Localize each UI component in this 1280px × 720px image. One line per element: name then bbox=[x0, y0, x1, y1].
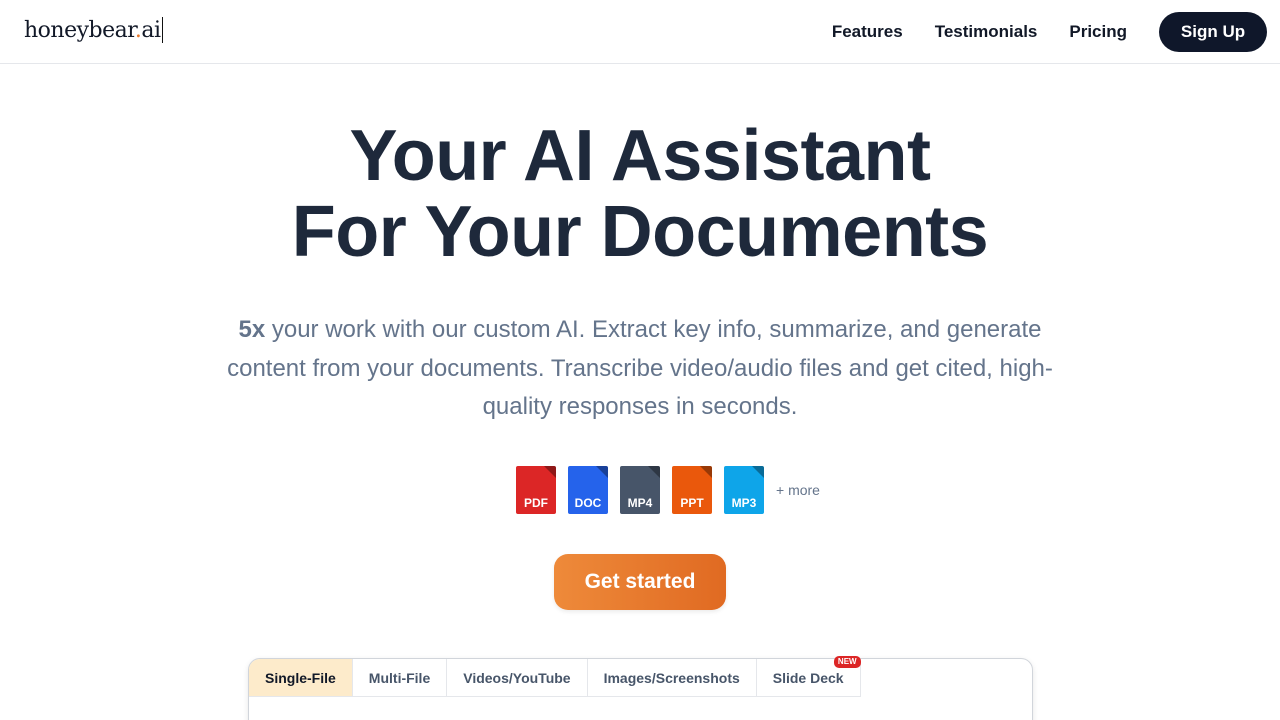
get-started-button[interactable]: Get started bbox=[554, 554, 726, 610]
subtitle-text: your work with our custom AI. Extract ke… bbox=[227, 316, 1053, 420]
demo-tabs: Single-File Multi-File Videos/YouTube Im… bbox=[249, 656, 861, 697]
hero-subtitle: 5x your work with our custom AI. Extract… bbox=[220, 311, 1060, 427]
pdf-file-icon: PDF bbox=[516, 466, 556, 514]
hero-title: Your AI Assistant For Your Documents bbox=[0, 118, 1280, 270]
tab-multi-file[interactable]: Multi-File bbox=[352, 659, 448, 697]
tab-single-file[interactable]: Single-File bbox=[249, 659, 353, 697]
nav-features-link[interactable]: Features bbox=[832, 12, 903, 52]
hero-title-line2: For Your Documents bbox=[291, 192, 989, 272]
logo[interactable]: honeybear.ai bbox=[24, 17, 163, 45]
ppt-file-icon: PPT bbox=[672, 466, 712, 514]
new-badge: NEW bbox=[833, 656, 861, 668]
nav-pricing-link[interactable]: Pricing bbox=[1069, 12, 1127, 52]
mp4-file-icon: MP4 bbox=[620, 466, 660, 514]
mp4-label: MP4 bbox=[627, 496, 653, 510]
subtitle-highlight: 5x bbox=[238, 316, 266, 343]
tab-videos-youtube[interactable]: Videos/YouTube bbox=[447, 659, 588, 697]
more-file-types: + more bbox=[776, 482, 820, 498]
nav-testimonials-link[interactable]: Testimonials bbox=[935, 12, 1038, 52]
site-header: honeybear.ai Features Testimonials Prici… bbox=[0, 0, 1280, 64]
tab-slide-deck[interactable]: Slide Deck NEW bbox=[756, 656, 861, 697]
text-cursor bbox=[161, 17, 163, 43]
tab-label: Multi-File bbox=[368, 669, 431, 686]
demo-panel: Single-File Multi-File Videos/YouTube Im… bbox=[248, 656, 1033, 720]
doc-label: DOC bbox=[574, 496, 602, 510]
tab-label: Slide Deck bbox=[772, 669, 844, 686]
tab-label: Single-File bbox=[265, 669, 336, 686]
mp3-file-icon: MP3 bbox=[724, 466, 764, 514]
logo-suffix: ai bbox=[141, 18, 161, 43]
ppt-label: PPT bbox=[680, 496, 704, 510]
main-nav: Features Testimonials Pricing Sign Up bbox=[832, 12, 1267, 52]
pdf-label: PDF bbox=[524, 496, 548, 510]
mp3-label: MP3 bbox=[731, 496, 757, 510]
tab-label: Videos/YouTube bbox=[463, 669, 571, 686]
hero-title-line1: Your AI Assistant bbox=[349, 116, 931, 196]
tab-label: Images/Screenshots bbox=[603, 669, 740, 686]
sign-up-button[interactable]: Sign Up bbox=[1159, 12, 1267, 52]
logo-name: honeybear bbox=[24, 18, 135, 43]
file-type-icons: PDF DOC MP4 PPT MP3 + more bbox=[516, 466, 820, 514]
tab-images-screenshots[interactable]: Images/Screenshots bbox=[587, 659, 757, 697]
doc-file-icon: DOC bbox=[568, 466, 608, 514]
